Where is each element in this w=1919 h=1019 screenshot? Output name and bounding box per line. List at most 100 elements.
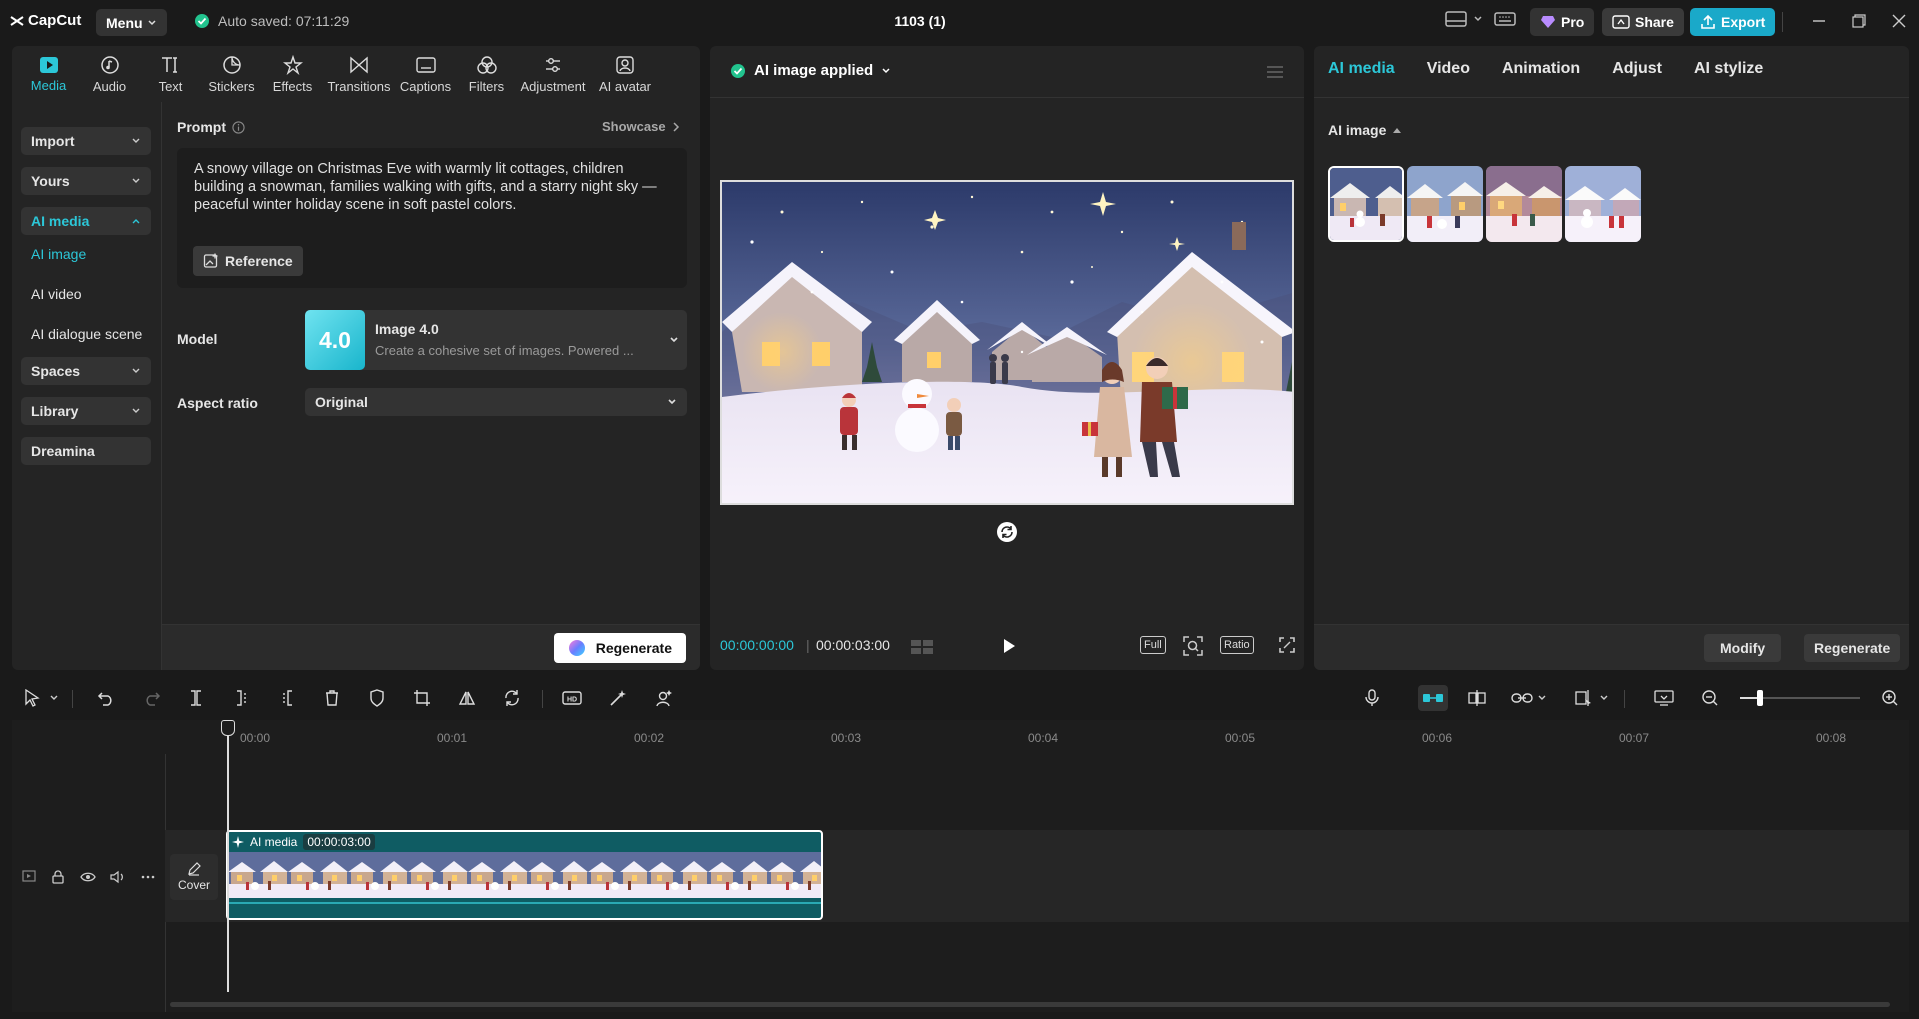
rotate-button[interactable] xyxy=(500,686,524,710)
crop-button[interactable] xyxy=(410,686,434,710)
delete-button[interactable] xyxy=(320,686,344,710)
tab-media[interactable]: Media xyxy=(18,46,79,102)
restore-button[interactable] xyxy=(1852,14,1866,28)
timeline-toolbar: HD xyxy=(0,676,1919,720)
sidebar-item-spaces[interactable]: Spaces xyxy=(21,357,151,385)
menu-button[interactable]: Menu xyxy=(96,9,167,36)
tab-transitions[interactable]: Transitions xyxy=(323,46,395,102)
svg-text:HD: HD xyxy=(567,697,577,704)
tab-stickers[interactable]: Stickers xyxy=(201,46,262,102)
mask-button[interactable] xyxy=(365,686,389,710)
select-tool-dropdown[interactable] xyxy=(48,686,60,710)
tab-ai-media[interactable]: AI media xyxy=(1328,60,1395,78)
link-dropdown[interactable] xyxy=(1536,686,1548,710)
sidebar-item-dreamina[interactable]: Dreamina xyxy=(21,437,151,465)
tab-animation[interactable]: Animation xyxy=(1502,60,1580,78)
split-left-button[interactable] xyxy=(230,686,254,710)
zoom-in-button[interactable] xyxy=(1878,686,1902,710)
sidebar-item-ai-image[interactable]: AI image xyxy=(31,246,86,262)
filmstrip-frame xyxy=(288,852,348,898)
main-track-magnet-button[interactable] xyxy=(1418,685,1448,711)
ai-image-section-toggle[interactable]: AI image xyxy=(1328,122,1402,138)
ai-image-thumbnail[interactable] xyxy=(1486,166,1562,242)
hide-track-button[interactable] xyxy=(80,869,96,885)
aspect-ratio-select[interactable]: Original xyxy=(305,388,687,416)
undo-button[interactable] xyxy=(94,686,118,710)
reference-button[interactable]: Reference xyxy=(193,246,303,276)
ai-media-clip[interactable]: AI media 00:00:03:00 xyxy=(226,830,823,920)
preview-axis-button[interactable] xyxy=(1572,686,1596,710)
tab-adjust[interactable]: Adjust xyxy=(1612,60,1662,78)
redo-button[interactable] xyxy=(140,686,164,710)
full-button[interactable]: Full xyxy=(1140,636,1166,654)
pro-button[interactable]: Pro xyxy=(1530,8,1595,36)
ratio-button[interactable]: Ratio xyxy=(1220,636,1254,654)
lock-track-button[interactable] xyxy=(50,869,66,885)
minimize-button[interactable] xyxy=(1812,14,1826,28)
showcase-link[interactable]: Showcase xyxy=(602,119,680,134)
playhead[interactable] xyxy=(227,722,229,992)
model-select[interactable]: 4.0 Image 4.0 Create a cohesive set of i… xyxy=(305,310,687,370)
hd-button[interactable]: HD xyxy=(560,686,584,710)
regenerate-right-button[interactable]: Regenerate xyxy=(1804,634,1901,662)
hamburger-menu-icon[interactable] xyxy=(1266,64,1284,80)
shortcuts-button[interactable] xyxy=(1494,10,1516,28)
prompt-input[interactable]: A snowy village on Christmas Eve with wa… xyxy=(177,148,687,288)
tab-effects[interactable]: Effects xyxy=(262,46,323,102)
modify-button[interactable]: Modify xyxy=(1704,634,1782,662)
split-right-button[interactable] xyxy=(275,686,299,710)
regenerate-label: Regenerate xyxy=(595,640,672,656)
rotate-icon[interactable] xyxy=(996,521,1018,543)
zoom-fit-icon[interactable] xyxy=(1182,635,1204,657)
screen-button[interactable] xyxy=(1652,686,1676,710)
split-button[interactable] xyxy=(184,686,208,710)
sidebar-item-ai-dialogue[interactable]: AI dialogue scene xyxy=(31,326,142,342)
tab-audio[interactable]: Audio xyxy=(79,46,140,102)
preview-image[interactable] xyxy=(720,180,1294,505)
auto-snap-button[interactable] xyxy=(1465,686,1489,710)
track-more-button[interactable] xyxy=(140,869,156,885)
tab-ai-stylize[interactable]: AI stylize xyxy=(1694,60,1763,78)
sidebar-item-library[interactable]: Library xyxy=(21,397,151,425)
tab-video[interactable]: Video xyxy=(1427,60,1470,78)
preview-axis-dropdown[interactable] xyxy=(1598,686,1610,710)
ai-image-thumbnail[interactable] xyxy=(1565,166,1641,242)
tab-filters[interactable]: Filters xyxy=(456,46,517,102)
sidebar-item-ai-media[interactable]: AI media xyxy=(21,207,151,235)
fullscreen-icon[interactable] xyxy=(1278,636,1296,654)
close-button[interactable] xyxy=(1892,14,1906,28)
sidebar-item-ai-video[interactable]: AI video xyxy=(31,286,82,302)
right-panel: AI media Video Animation Adjust AI styli… xyxy=(1314,46,1909,670)
playhead-handle[interactable] xyxy=(221,720,235,736)
cover-button[interactable]: Cover xyxy=(170,854,218,900)
play-icon[interactable] xyxy=(1000,637,1018,655)
mute-track-button[interactable] xyxy=(110,869,126,885)
ai-image-thumbnail[interactable] xyxy=(1328,166,1404,242)
sidebar-item-yours[interactable]: Yours xyxy=(21,167,151,195)
ai-image-thumbnail[interactable] xyxy=(1407,166,1483,242)
tab-ai-avatar[interactable]: AI avatar xyxy=(589,46,661,102)
mirror-button[interactable] xyxy=(455,686,479,710)
info-icon[interactable] xyxy=(232,120,245,134)
ai-status-dropdown[interactable]: AI image applied xyxy=(730,62,891,79)
timeline-scrollbar[interactable] xyxy=(170,1002,1890,1007)
microphone-button[interactable] xyxy=(1360,686,1384,710)
sidebar-item-import[interactable]: Import xyxy=(21,127,151,155)
ai-person-button[interactable] xyxy=(652,686,676,710)
layout-button[interactable] xyxy=(1445,10,1483,28)
magic-edit-button[interactable] xyxy=(606,686,630,710)
zoom-out-button[interactable] xyxy=(1698,686,1722,710)
export-button[interactable]: Export xyxy=(1690,8,1776,36)
prompt-text[interactable]: A snowy village on Christmas Eve with wa… xyxy=(194,160,676,214)
timeline-view-icon[interactable] xyxy=(910,638,936,656)
select-tool-button[interactable] xyxy=(20,686,44,710)
time-ruler[interactable]: 00:00 00:01 00:02 00:03 00:04 00:05 00:0… xyxy=(165,720,1909,750)
filmstrip-frame xyxy=(408,852,468,898)
tab-adjustment[interactable]: Adjustment xyxy=(517,46,589,102)
share-button[interactable]: Share xyxy=(1602,8,1684,36)
regenerate-button[interactable]: Regenerate xyxy=(553,633,686,663)
link-button[interactable] xyxy=(1510,686,1534,710)
tab-captions[interactable]: Captions xyxy=(395,46,456,102)
zoom-slider-handle[interactable] xyxy=(1757,690,1763,706)
tab-text[interactable]: Text xyxy=(140,46,201,102)
